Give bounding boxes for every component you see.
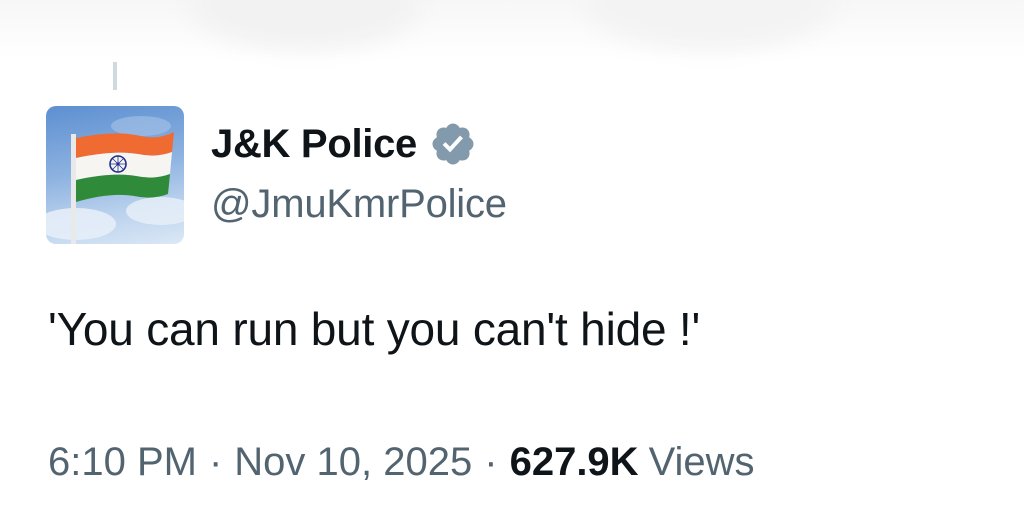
- account-handle[interactable]: @JmuKmrPolice: [211, 182, 507, 227]
- previous-post-blur: [0, 0, 1024, 60]
- blurred-shape: [585, 0, 835, 50]
- avatar[interactable]: [46, 106, 184, 244]
- display-name[interactable]: J&K Police: [211, 122, 417, 167]
- separator-dot: ·: [208, 440, 223, 484]
- tweet-text: 'You can run but you can't hide !': [48, 303, 701, 355]
- views-count[interactable]: 627.9K: [510, 440, 639, 485]
- indian-flag-avatar: [46, 116, 184, 244]
- verified-badge-icon[interactable]: [429, 120, 477, 168]
- account-name-row[interactable]: J&K Police: [211, 118, 477, 170]
- tweet-date[interactable]: Nov 10, 2025: [234, 440, 472, 485]
- separator-dot: ·: [484, 440, 498, 484]
- views-label[interactable]: Views: [649, 440, 755, 485]
- tweet-time[interactable]: 6:10 PM: [48, 440, 197, 485]
- tweet-meta: 6:10 PM · Nov 10, 2025 · 627.9K Views: [48, 440, 755, 485]
- blurred-shape: [190, 0, 420, 50]
- thread-connector-line: [113, 62, 117, 90]
